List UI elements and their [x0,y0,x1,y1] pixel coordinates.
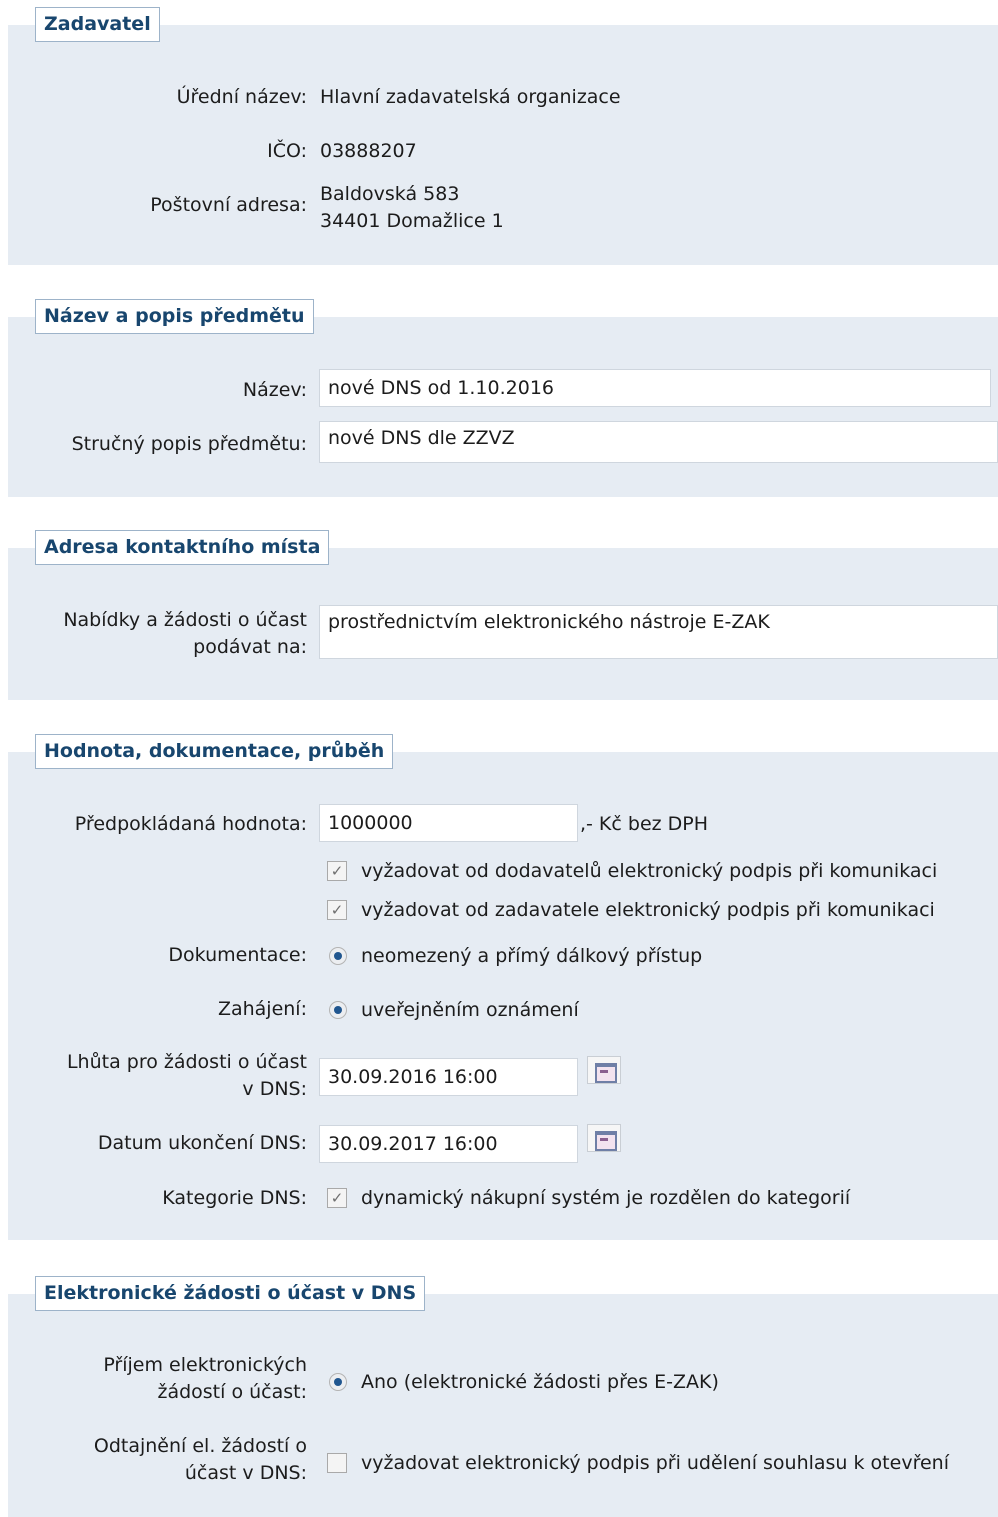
deadline-label-line2: v DNS: [242,1078,307,1100]
receipt-option: Ano (elektronické žádosti přes E-ZAK) [361,1371,719,1393]
receipt-radio[interactable] [329,1373,347,1391]
contracting-signature-checkbox[interactable]: ✓ [327,900,347,920]
subject-panel [8,317,998,497]
subject-desc-label: Stručný popis předmětu: [71,433,307,455]
documentation-label: Dokumentace: [168,944,307,966]
address-line1: Baldovská 583 [320,183,460,205]
category-checkbox[interactable]: ✓ [327,1188,347,1208]
ico-label: IČO: [267,140,307,162]
end-date-calendar-icon[interactable] [587,1124,621,1152]
ico-value: 03888207 [320,140,417,162]
start-radio[interactable] [329,1001,347,1019]
decrypt-signature-checkbox[interactable] [327,1453,347,1473]
address-label: Poštovní adresa: [150,194,307,216]
address-line2: 34401 Domažlice 1 [320,210,504,232]
category-option-label: dynamický nákupní systém je rozdělen do … [361,1187,851,1209]
est-value-label: Předpokládaná hodnota: [74,813,307,835]
subject-name-input[interactable]: nové DNS od 1.10.2016 [319,369,991,407]
receipt-label-line2: žádostí o účast: [157,1381,307,1403]
check-icon: ✓ [330,862,344,880]
est-value-input[interactable]: 1000000 [319,804,578,842]
decrypt-label-line2: účast v DNS: [184,1462,307,1484]
contracting-signature-label: vyžadovat od zadavatele elektronický pod… [361,899,935,921]
submit-label-line2: podávat na: [193,636,307,658]
receipt-label-line1: Příjem elektronických [103,1354,307,1376]
deadline-input[interactable]: 30.09.2016 16:00 [319,1058,578,1096]
start-label: Zahájení: [217,998,307,1020]
category-label: Kategorie DNS: [162,1187,307,1209]
deadline-calendar-icon[interactable] [587,1056,621,1084]
check-icon: ✓ [330,901,344,919]
value-doc-heading: Hodnota, dokumentace, průběh [35,734,394,769]
submit-address-textarea[interactable]: prostřednictvím elektronického nástroje … [319,605,998,659]
zadavatel-heading: Zadavatel [35,7,160,42]
official-name-label: Úřední název: [176,86,307,108]
official-name-value: Hlavní zadavatelská organizace [320,86,621,108]
submit-label-line1: Nabídky a žádosti o účast [63,609,307,631]
subject-name-label: Název: [242,379,307,401]
start-option: uveřejněním oznámení [361,999,579,1021]
documentation-option: neomezený a přímý dálkový přístup [361,945,703,967]
decrypt-label-line1: Odtajnění el. žádostí o [93,1435,307,1457]
decrypt-option-label: vyžadovat elektronický podpis při udělen… [361,1452,949,1474]
subject-heading: Název a popis předmětu [35,299,314,334]
est-value-suffix: ,- Kč bez DPH [580,813,709,835]
suppliers-signature-label: vyžadovat od dodavatelů elektronický pod… [361,860,938,882]
contact-heading: Adresa kontaktního místa [35,530,330,565]
documentation-radio[interactable] [329,947,347,965]
deadline-label-line1: Lhůta pro žádosti o účast [66,1051,307,1073]
subject-desc-textarea[interactable]: nové DNS dle ZZVZ [319,421,998,463]
suppliers-signature-checkbox[interactable]: ✓ [327,861,347,881]
end-date-label: Datum ukončení DNS: [97,1132,307,1154]
end-date-input[interactable]: 30.09.2017 16:00 [319,1125,578,1163]
check-icon: ✓ [330,1189,344,1207]
electronic-heading: Elektronické žádosti o účast v DNS [35,1276,426,1311]
